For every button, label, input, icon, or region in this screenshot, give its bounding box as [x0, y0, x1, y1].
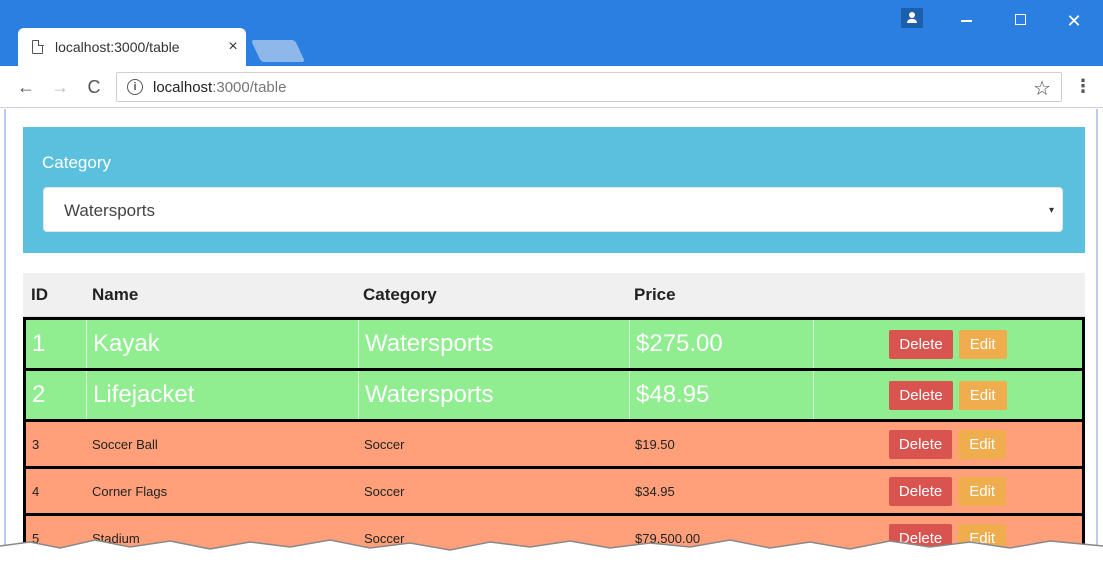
back-icon[interactable]: ←: [14, 75, 38, 99]
delete-button[interactable]: Delete: [888, 476, 953, 506]
cell-category: Watersports: [358, 320, 629, 368]
cell-name: Corner Flags: [92, 483, 168, 499]
cell-price: $275.00: [629, 320, 813, 368]
browser-menu-icon[interactable]: ⋮: [1074, 76, 1092, 97]
cell-category: Soccer: [364, 483, 405, 499]
chevron-down-icon: ▾: [1048, 205, 1054, 216]
cell-actions: Delete Edit: [813, 469, 1082, 513]
edit-button[interactable]: Edit: [958, 329, 1007, 359]
profile-body: [907, 19, 917, 23]
table-header: ID Name Category Price: [23, 273, 1085, 317]
cell-id: 2: [32, 381, 46, 408]
browser-tab[interactable]: localhost:3000/table ×: [18, 28, 246, 66]
cell-id: 3: [32, 436, 40, 452]
cell-actions: Delete Edit: [813, 371, 1082, 419]
info-icon[interactable]: i: [127, 79, 143, 95]
products-table: ID Name Category Price 1 Kayak Waterspor…: [23, 273, 1085, 563]
maximize-button[interactable]: [1000, 8, 1040, 34]
cell-price: $19.50: [635, 436, 675, 452]
page-icon: [32, 39, 44, 54]
header-category: Category: [363, 285, 437, 304]
cell-name: Soccer Ball: [92, 436, 158, 452]
cell-id: 1: [32, 330, 46, 357]
table-row: 4 Corner Flags Soccer $34.95 Delete Edit: [23, 466, 1085, 516]
address-bar[interactable]: i localhost:3000/table ☆: [116, 72, 1062, 102]
header-price: Price: [634, 285, 676, 304]
reload-icon[interactable]: C: [82, 75, 106, 99]
cell-category: Watersports: [358, 371, 629, 419]
delete-button[interactable]: Delete: [889, 329, 953, 359]
delete-button[interactable]: Delete: [888, 429, 953, 459]
table-row: 3 Soccer Ball Soccer $19.50 Delete Edit: [23, 419, 1085, 469]
edit-button[interactable]: Edit: [958, 476, 1007, 506]
edit-button[interactable]: Edit: [958, 380, 1007, 410]
delete-button[interactable]: Delete: [889, 380, 953, 410]
new-tab-button[interactable]: [250, 40, 306, 62]
header-id: ID: [31, 285, 48, 304]
tab-close-icon[interactable]: ×: [220, 38, 246, 56]
tab-title: localhost:3000/table: [55, 39, 180, 55]
edit-button[interactable]: Edit: [958, 429, 1007, 459]
forward-icon[interactable]: →: [48, 75, 72, 99]
category-label: Category: [42, 153, 111, 172]
profile-head: [909, 12, 915, 18]
torn-edge: [0, 539, 1103, 568]
cell-id: 4: [32, 483, 40, 499]
bookmark-star-icon[interactable]: ☆: [1033, 76, 1051, 101]
url-host: localhost: [153, 78, 213, 96]
close-window-button[interactable]: ✕: [1054, 8, 1094, 34]
maximize-icon: [1014, 14, 1026, 25]
category-select[interactable]: Watersports ▾: [43, 187, 1063, 232]
browser-toolbar: ← → C i localhost:3000/table ☆ ⋮: [0, 66, 1103, 108]
category-filter-panel: Category Watersports ▾: [23, 127, 1085, 253]
cell-name: Kayak: [86, 320, 358, 368]
page-content: Category Watersports ▾ ID Name Category …: [0, 109, 1103, 568]
cell-name: Lifejacket: [86, 371, 358, 419]
cell-category: Soccer: [364, 436, 405, 452]
minimize-button[interactable]: [946, 8, 986, 34]
profile-icon[interactable]: [901, 8, 923, 28]
minimize-icon: [960, 20, 972, 22]
browser-titlebar: localhost:3000/table × ✕: [0, 0, 1103, 66]
table-row: 1 Kayak Watersports $275.00 Delete Edit: [23, 317, 1085, 371]
url-path: :3000/table: [212, 78, 287, 96]
table-row: 2 Lifejacket Watersports $48.95 Delete E…: [23, 368, 1085, 422]
cell-actions: Delete Edit: [813, 422, 1082, 466]
cell-actions: Delete Edit: [813, 320, 1082, 368]
cell-price: $34.95: [635, 483, 675, 499]
cell-price: $48.95: [629, 371, 813, 419]
header-name: Name: [92, 285, 139, 304]
category-selected-value: Watersports: [64, 201, 156, 220]
